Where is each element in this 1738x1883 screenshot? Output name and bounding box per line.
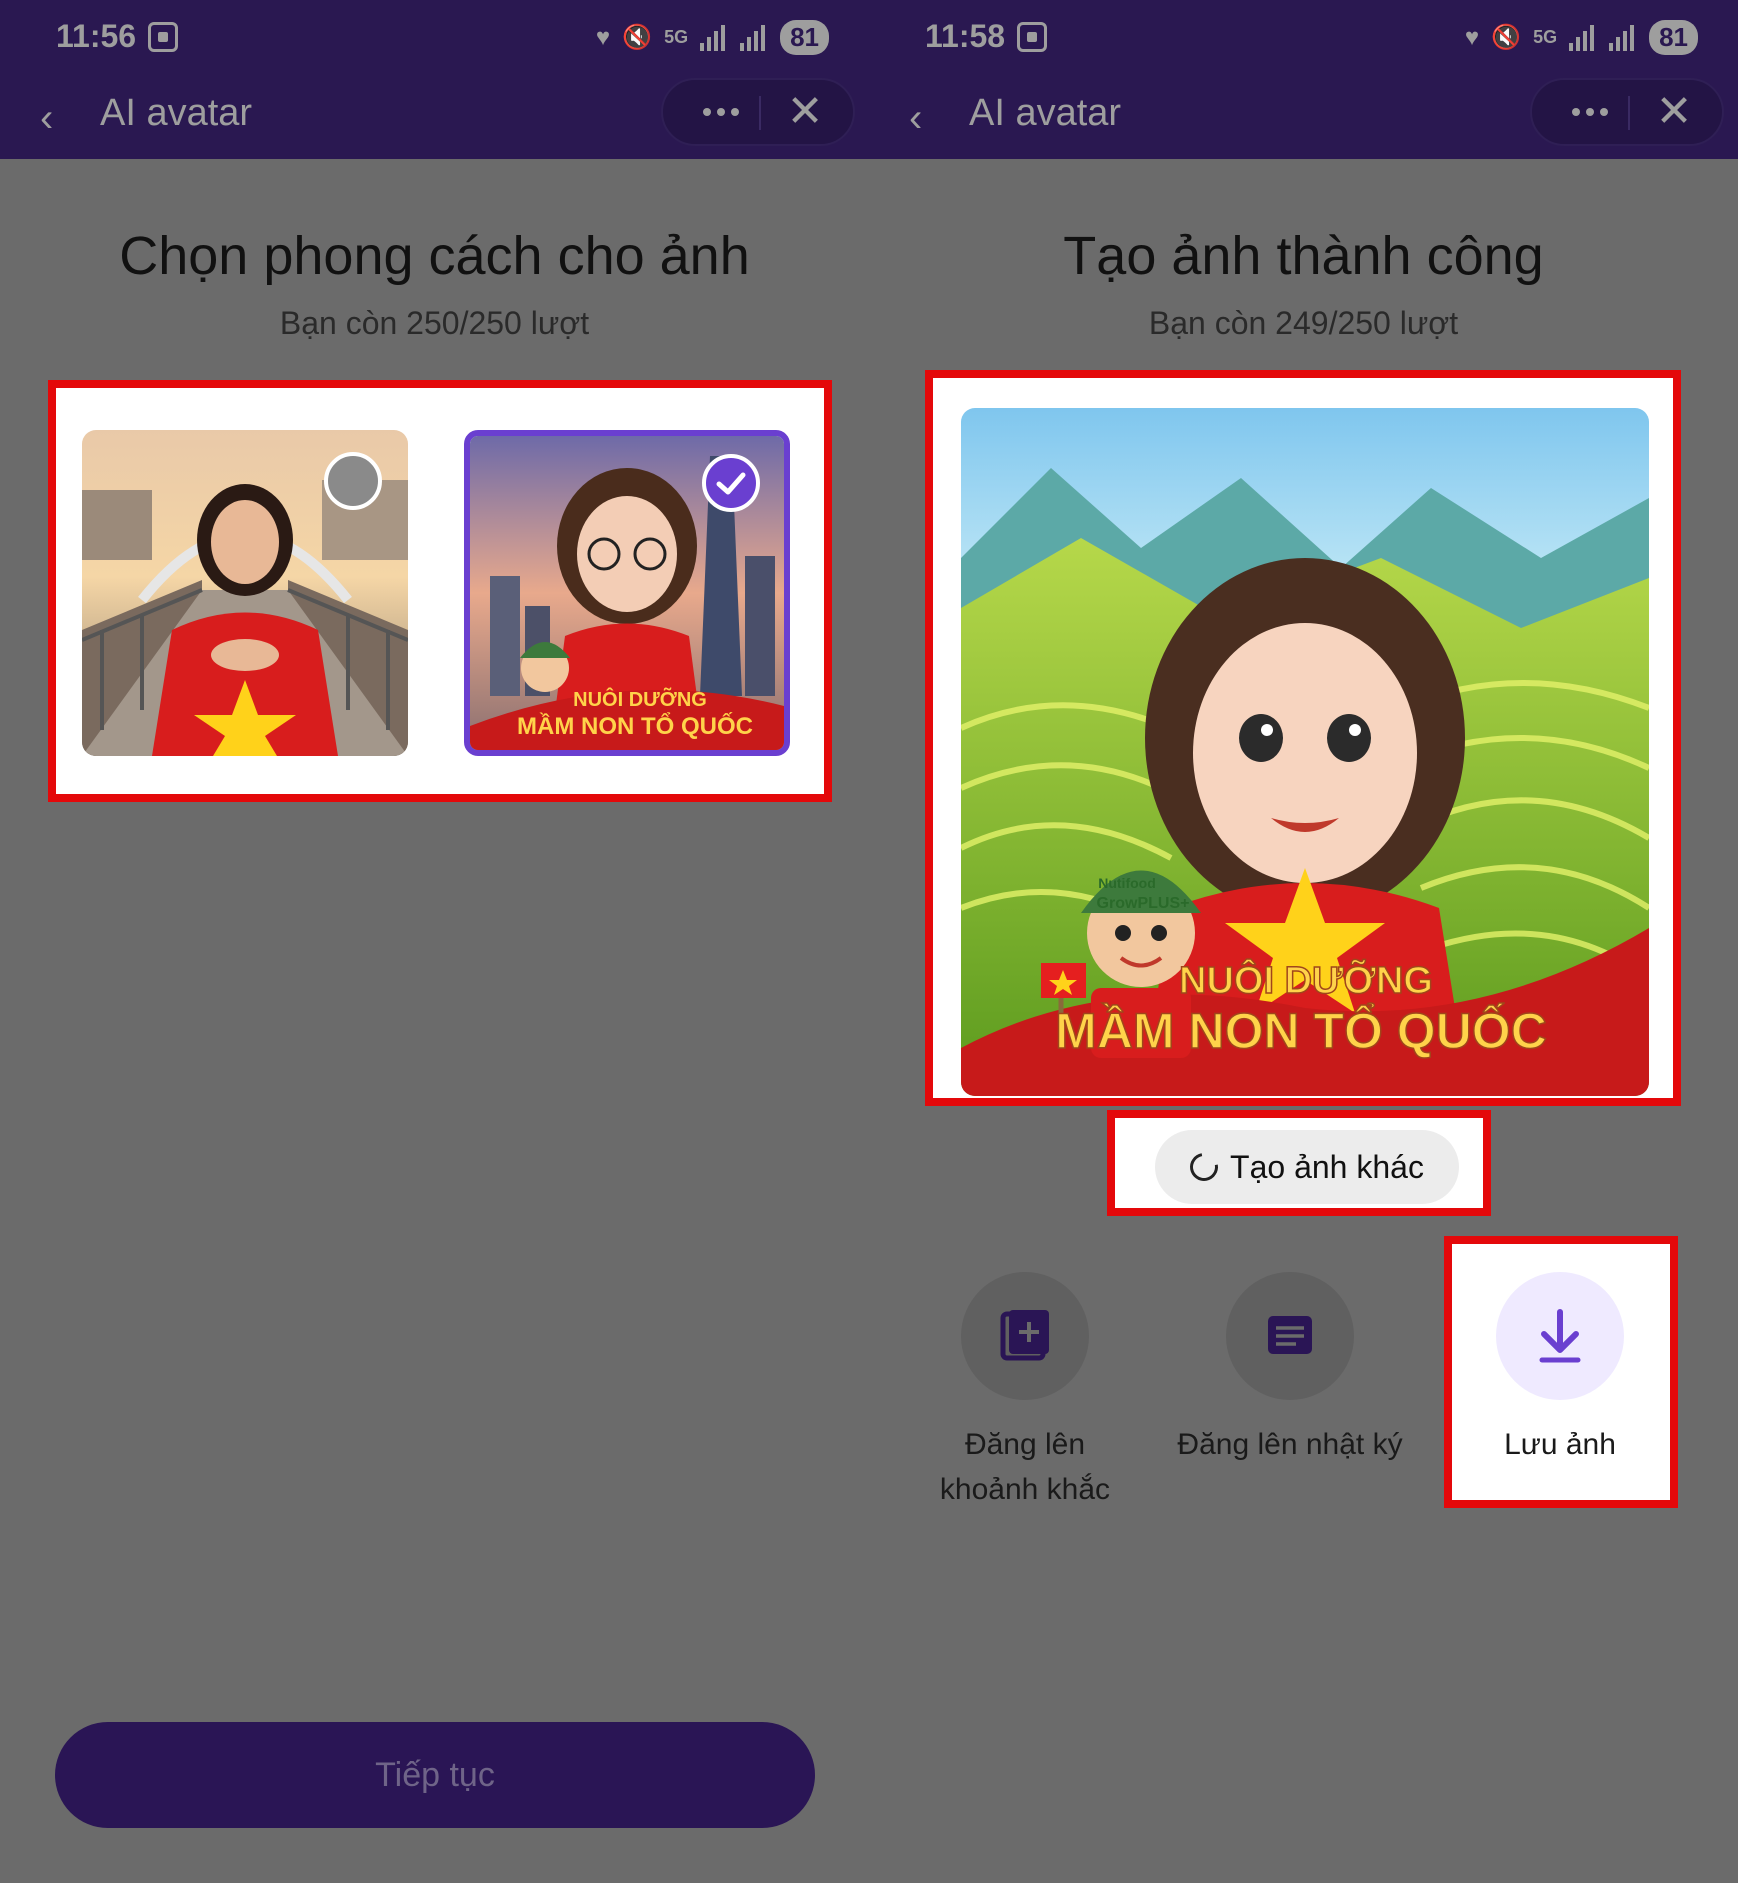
post-diary-label: Đăng lên nhật ký — [1177, 1428, 1403, 1461]
status-bar: 11:56 ♥ 🔇 5G 81 — [0, 0, 869, 78]
signal-icon — [700, 24, 728, 51]
selected-check-icon[interactable] — [702, 454, 760, 512]
signal-icon-2 — [1609, 24, 1637, 51]
battery-level: 81 — [1649, 20, 1698, 55]
more-options-icon[interactable] — [1556, 80, 1624, 144]
heart-icon: ♥ — [1464, 23, 1480, 51]
regenerate-label: Tạo ảnh khác — [1230, 1148, 1424, 1185]
unselected-radio[interactable] — [324, 452, 382, 510]
post-diary-action[interactable]: Đăng lên nhật ký — [1174, 1272, 1406, 1467]
add-photo-icon[interactable] — [961, 1272, 1089, 1400]
battery-level: 81 — [780, 20, 829, 55]
screenshot-icon — [1017, 22, 1047, 52]
close-icon[interactable]: ✕ — [775, 82, 835, 142]
divider — [759, 96, 761, 130]
save-image-label: Lưu ảnh — [1504, 1428, 1616, 1461]
post-moment-label: Đăng lên khoảnh khắc — [939, 1428, 1111, 1506]
app-bar: ‹ AI avatar ✕ — [0, 78, 869, 159]
highlight-box-save: Lưu ảnh — [1444, 1236, 1678, 1508]
banner-bottom-text: MẦM NON TỔ QUỐC — [517, 712, 753, 740]
screenshot-icon — [148, 22, 178, 52]
download-icon[interactable] — [1496, 1272, 1624, 1400]
diary-icon[interactable] — [1226, 1272, 1354, 1400]
signal-icon — [1569, 24, 1597, 51]
status-time: 11:58 — [925, 18, 1006, 54]
status-icons: ♥ 🔇 5G 81 — [1465, 20, 1698, 55]
page-heading: Tạo ảnh thành công — [1063, 226, 1544, 286]
generated-avatar-image: Nutifood GrowPLUS+ NUÔI DƯỠNG MẦM NON TỔ… — [961, 408, 1649, 1096]
right-screen: 11:58 ♥ 🔇 5G 81 ‹ AI avatar ✕ Tạo ảnh th… — [869, 0, 1738, 1883]
style-option-original[interactable] — [82, 430, 408, 756]
mute-icon: 🔇 — [622, 24, 653, 51]
remaining-uses: Bạn còn 250/250 lượt — [279, 305, 590, 341]
mini-app-controls: ✕ — [661, 78, 855, 146]
generated-avatar: Nutifood GrowPLUS+ NUÔI DƯỠNG MẦM NON TỔ… — [961, 408, 1649, 1096]
highlight-box-styles: NUÔI DƯỠNG MẦM NON TỔ QUỐC — [48, 380, 832, 802]
heart-icon: ♥ — [595, 23, 611, 51]
mini-app-controls: ✕ — [1530, 78, 1724, 146]
refresh-icon — [1184, 1147, 1224, 1187]
status-time: 11:56 — [56, 18, 137, 54]
left-screen: 11:56 ♥ 🔇 5G 81 ‹ AI avatar ✕ Chọn phong… — [0, 0, 869, 1883]
app-title: AI avatar — [100, 92, 253, 134]
back-icon[interactable]: ‹ — [909, 98, 939, 138]
continue-button[interactable]: Tiếp tục — [55, 1722, 815, 1828]
divider — [1628, 96, 1630, 130]
status-icons: ♥ 🔇 5G 81 — [596, 20, 829, 55]
banner-top-text: NUÔI DƯỠNG — [1179, 957, 1433, 1002]
signal-icon-2 — [740, 24, 768, 51]
brand-text: GrowPLUS+ — [1097, 895, 1190, 912]
regenerate-button[interactable]: Tạo ảnh khác — [1155, 1130, 1459, 1204]
status-bar: 11:58 ♥ 🔇 5G 81 — [869, 0, 1738, 78]
banner-top-text: NUÔI DƯỠNG — [573, 687, 707, 711]
post-moment-action[interactable]: Đăng lên khoảnh khắc — [915, 1272, 1135, 1512]
back-icon[interactable]: ‹ — [40, 98, 70, 138]
remaining-uses: Bạn còn 249/250 lượt — [1148, 305, 1459, 341]
network-label: 5G — [664, 27, 689, 47]
more-options-icon[interactable] — [687, 80, 755, 144]
app-title: AI avatar — [969, 92, 1122, 134]
save-image-action[interactable]: Lưu ảnh — [1450, 1272, 1670, 1467]
mute-icon: 🔇 — [1491, 24, 1522, 51]
highlight-box-result: Nutifood GrowPLUS+ NUÔI DƯỠNG MẦM NON TỔ… — [925, 370, 1681, 1106]
close-icon[interactable]: ✕ — [1644, 82, 1704, 142]
banner-bottom-text: MẦM NON TỔ QUỐC — [1055, 1002, 1547, 1059]
highlight-box-regenerate: Tạo ảnh khác — [1107, 1110, 1491, 1216]
network-label: 5G — [1533, 27, 1558, 47]
app-bar: ‹ AI avatar ✕ — [869, 78, 1738, 159]
style-option-mam-non-to-quoc[interactable]: NUÔI DƯỠNG MẦM NON TỔ QUỐC — [464, 430, 790, 756]
brand-small-text: Nutifood — [1098, 875, 1156, 891]
page-heading: Chọn phong cách cho ảnh — [119, 226, 750, 286]
